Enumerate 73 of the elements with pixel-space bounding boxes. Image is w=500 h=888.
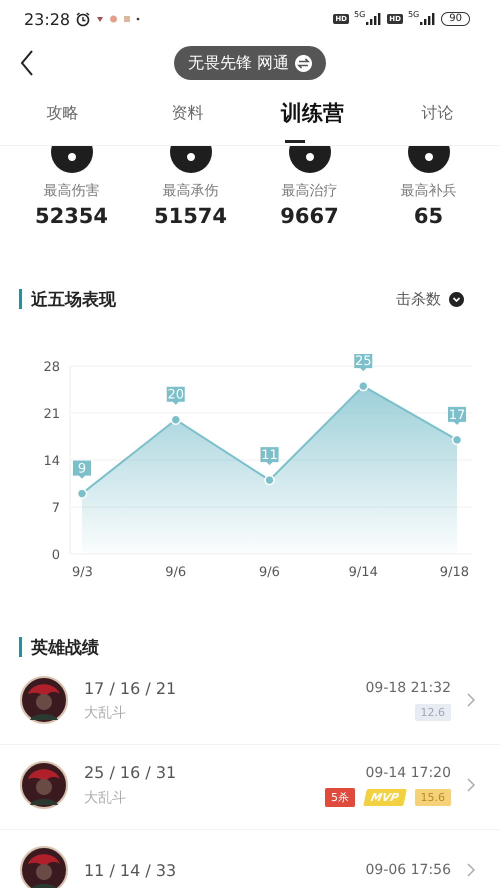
data-label: 9 [73,460,91,479]
kda: 17 / 16 / 21 [84,678,176,698]
stat-value: 51574 [154,204,228,228]
data-label: 11 [260,447,278,466]
avatar [20,846,68,888]
y-tick-label: 0 [52,548,60,563]
tab[interactable]: 训练营 [250,92,375,145]
data-point [452,434,462,446]
match-row[interactable]: 17 / 16 / 21 09-18 21:32 大乱斗 12.6 [0,660,500,745]
match-time: 09-06 17:56 [366,862,451,878]
signal-icon [366,13,382,25]
section-title: 英雄战绩 [31,636,99,658]
badge: 5杀 [324,788,355,807]
y-tick-label: 28 [43,360,60,375]
data-label: 25 [354,354,372,372]
data-point [170,414,181,425]
game-mode: 大乱斗 [84,788,126,806]
avatar [20,676,68,724]
y-tick-label: 21 [43,407,60,422]
network-type: 5G [354,10,366,19]
stat-value: 52354 [34,204,108,228]
x-tick-label: 9/6 [165,565,186,580]
back-icon[interactable] [20,50,34,76]
game-mode: 大乱斗 [84,704,126,722]
x-tick-label: 9/6 [259,565,280,580]
data-label: 9 [78,462,86,477]
match-row[interactable]: 25 / 16 / 31 09-14 17:20 大乱斗 5杀 MVP 15.6 [0,745,500,830]
y-tick-label: 14 [43,454,60,469]
alarm-icon [75,11,92,27]
stat-value: 9667 [280,204,339,228]
stat-label: 最高伤害 [44,182,100,200]
stat-label: 最高承伤 [162,182,218,200]
swap-icon [295,54,312,72]
chevron-icon [467,778,475,792]
battery-indicator: 90 [441,12,470,26]
section-title: 近五场表现 [31,288,116,310]
badge: 12.6 [414,704,451,721]
server-switch-button[interactable]: 无畏先锋 网通 [174,46,326,80]
network-type: 5G [408,10,420,19]
stat-icon [406,146,450,174]
avatar [20,761,68,809]
chevron-icon [467,863,475,877]
match-row[interactable]: 11 / 14 / 33 09-06 17:56 [0,830,500,888]
match-time: 09-14 17:20 [366,764,451,780]
tab[interactable]: 资料 [125,92,250,145]
tab[interactable]: 讨论 [375,92,500,145]
caret-icon [449,292,464,306]
stat-value: 65 [414,204,444,228]
stat-label: 最高治疗 [282,182,338,200]
badge: 15.6 [414,789,451,806]
x-tick-label: 9/3 [72,565,93,580]
data-point [264,474,275,486]
data-point [358,380,368,392]
signal-icon [420,13,436,25]
stat-icon [50,146,94,174]
stat-label: 最高补兵 [400,182,456,200]
stat-icon [288,146,332,174]
kda: 25 / 16 / 31 [84,763,176,782]
data-label: 20 [166,386,185,405]
x-tick-label: 9/14 [348,565,378,580]
kda: 11 / 14 / 33 [84,860,176,880]
y-tick-label: 7 [52,501,60,516]
dot-icon [136,17,140,21]
badge: MVP [363,789,406,806]
data-point [76,488,88,499]
stat-icon [168,146,212,174]
tab[interactable]: 攻略 [0,92,125,145]
x-tick-label: 9/18 [440,565,469,580]
chevron-icon [467,693,475,707]
metric-dropdown[interactable]: 击杀数 [390,288,470,310]
match-time: 09-18 21:32 [366,680,451,696]
data-label: 17 [448,406,466,425]
status-time: 23:28 [24,10,70,28]
